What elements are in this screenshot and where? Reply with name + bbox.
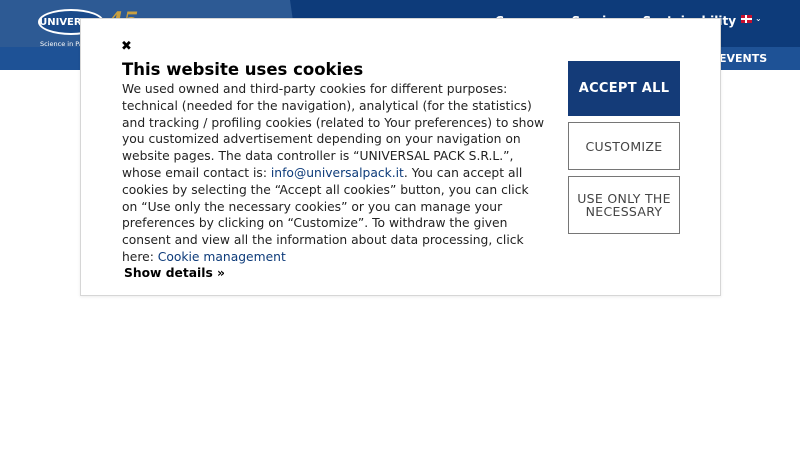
uk-flag-icon: [741, 14, 752, 23]
language-selector[interactable]: ⌄: [741, 14, 762, 23]
show-details-link[interactable]: Show details »: [124, 266, 225, 280]
email-link[interactable]: info@universalpack.it: [271, 166, 404, 180]
cookie-management-link[interactable]: Cookie management: [158, 250, 286, 264]
close-icon[interactable]: ✖: [121, 40, 132, 53]
chevron-down-icon: ⌄: [755, 14, 762, 23]
nav-item-events[interactable]: EVENTS: [719, 52, 767, 65]
cookie-dialog-title: This website uses cookies: [122, 60, 364, 79]
use-only-necessary-button[interactable]: USE ONLY THE NECESSARY: [568, 176, 680, 234]
accept-all-button[interactable]: ACCEPT ALL: [568, 61, 680, 116]
cookie-dialog-body: We used owned and third-party cookies fo…: [122, 81, 547, 266]
customize-button[interactable]: CUSTOMIZE: [568, 122, 680, 170]
cookie-consent-dialog: ✖ This website uses cookies We used owne…: [80, 18, 721, 296]
